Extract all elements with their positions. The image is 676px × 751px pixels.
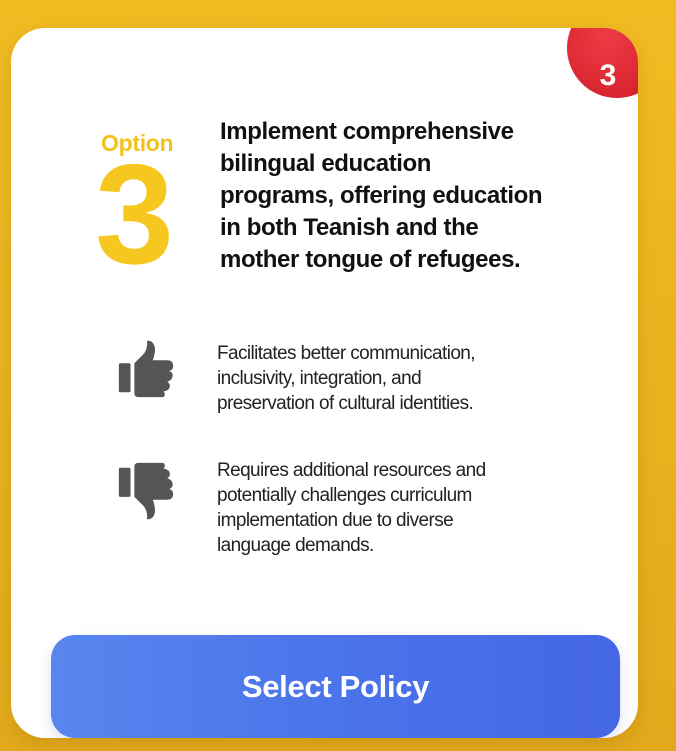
thumbs-down-icon xyxy=(115,460,177,522)
policy-title: Implement comprehensive bilingual educat… xyxy=(220,116,580,276)
option-number: 3 xyxy=(95,135,174,294)
policy-title-line: programs, offering education xyxy=(220,182,543,209)
cons-line: language demands. xyxy=(217,535,374,556)
policy-card: 3 Option 3 Implement comprehensive bilin… xyxy=(11,28,638,738)
cons-line: potentially challenges curriculum xyxy=(217,485,472,506)
pros-line: inclusivity, integration, and xyxy=(217,368,422,389)
badge-number: 3 xyxy=(599,59,617,92)
cons-line: Requires additional resources and xyxy=(217,460,486,481)
pros-text: Facilitates better communication, inclus… xyxy=(217,341,557,416)
policy-title-line: in both Teanish and the xyxy=(220,214,479,241)
cons-text: Requires additional resources and potent… xyxy=(217,458,557,558)
pros-line: preservation of cultural identities. xyxy=(217,393,474,414)
pros-line: Facilitates better communication, xyxy=(217,343,476,364)
policy-title-line: bilingual education xyxy=(220,150,432,177)
policy-title-line: mother tongue of refugees. xyxy=(220,246,521,273)
select-policy-button[interactable]: Select Policy xyxy=(51,635,620,738)
thumbs-up-icon xyxy=(115,338,177,400)
policy-title-line: Implement comprehensive xyxy=(220,118,514,145)
cons-line: implementation due to diverse xyxy=(217,510,454,531)
